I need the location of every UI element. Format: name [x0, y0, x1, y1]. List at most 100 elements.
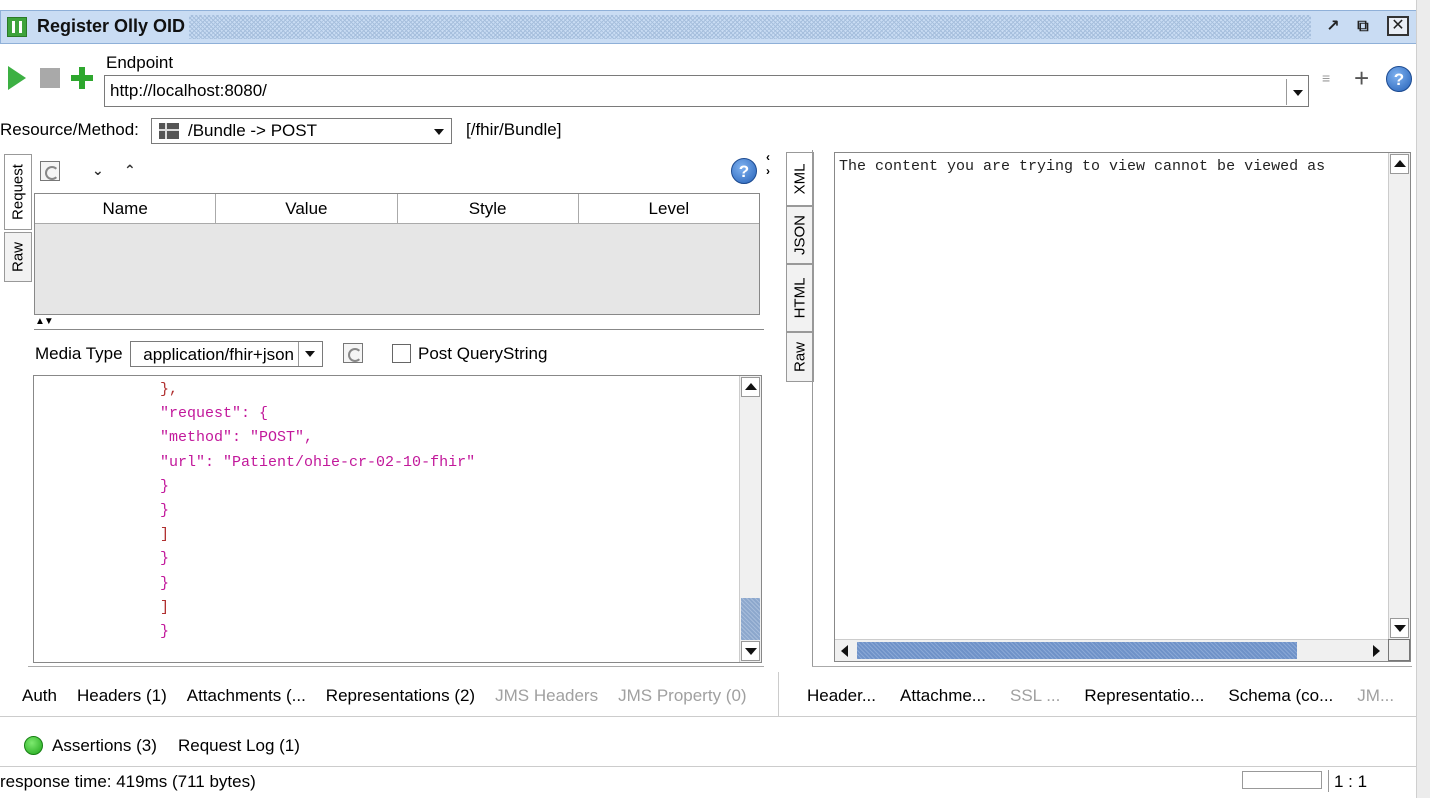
resource-method-label: Resource/Method:	[0, 120, 139, 139]
tab-ssl[interactable]: SSL ...	[1010, 686, 1060, 706]
scroll-right-icon[interactable]	[1373, 645, 1380, 657]
response-bottom-tabs: Header... Attachme... SSL ... Representa…	[807, 686, 1394, 706]
response-viewer[interactable]: The content you are trying to view canno…	[834, 152, 1411, 662]
editor-scroll-thumb[interactable]	[741, 598, 760, 640]
titlebar-pattern	[189, 15, 1311, 39]
maximize-icon[interactable]: ⧉	[1351, 16, 1375, 38]
move-down-icon[interactable]: ⌄	[92, 162, 104, 179]
column-header-style[interactable]: Style	[398, 194, 579, 223]
format-icon[interactable]: ≡	[1322, 70, 1344, 88]
post-querystring-checkbox[interactable]	[392, 344, 411, 363]
splitter-divider[interactable]	[34, 329, 764, 330]
window-titlebar: Register Olly OID ↗ ⧉ ✕	[0, 10, 1420, 44]
resource-method-select[interactable]: /Bundle -> POST	[151, 118, 452, 144]
tab-response-headers[interactable]: Header...	[807, 686, 876, 706]
splitter-toggle-icon[interactable]: ▲▼	[35, 316, 54, 327]
chevron-down-icon	[1394, 625, 1406, 632]
tab-request-log[interactable]: Request Log (1)	[178, 736, 300, 756]
tab-raw-response[interactable]: Raw	[786, 332, 814, 382]
editor-vertical-scrollbar[interactable]	[739, 376, 761, 662]
chevron-up-icon	[1394, 160, 1406, 167]
code-line: }	[34, 501, 170, 519]
divider	[28, 666, 764, 667]
tab-response-attachments[interactable]: Attachme...	[900, 686, 986, 706]
tab-request-label: Request	[9, 164, 27, 220]
chevron-down-icon	[1293, 90, 1303, 96]
tab-raw-label: Raw	[791, 341, 809, 373]
cursor-position-readout: 1 : 1	[1334, 772, 1368, 791]
post-querystring-label: Post QueryString	[418, 344, 548, 363]
resource-path: [/fhir/Bundle]	[466, 120, 562, 139]
media-type-select[interactable]: application/fhir+json	[130, 341, 323, 367]
tab-response-representations[interactable]: Representatio...	[1084, 686, 1204, 706]
code-line: "url": "Patient/ohie-cr-02-10-fhir"	[34, 453, 476, 471]
help-icon[interactable]: ?	[1386, 66, 1412, 92]
close-button[interactable]: ✕	[1387, 16, 1409, 36]
column-header-name[interactable]: Name	[35, 194, 217, 223]
code-line: "request": {	[34, 405, 269, 423]
endpoint-label: Endpoint	[106, 53, 174, 72]
tab-raw-request[interactable]: Raw	[4, 232, 32, 282]
tab-html-label: HTML	[791, 277, 809, 319]
add-endpoint-icon[interactable]	[70, 66, 94, 90]
media-type-dropdown-button[interactable]	[298, 342, 322, 366]
viewer-hscroll-thumb[interactable]	[857, 642, 1297, 659]
params-table[interactable]: Name Value Style Level	[34, 193, 760, 315]
request-body-editor[interactable]: }, "request": { "method": "POST", "url":…	[33, 375, 762, 663]
tab-attachments[interactable]: Attachments (...	[187, 686, 306, 706]
scroll-left-icon[interactable]	[841, 645, 848, 657]
tab-assertions[interactable]: Assertions (3)	[52, 736, 157, 756]
tab-jms[interactable]: JM...	[1357, 686, 1394, 706]
detach-icon[interactable]: ↗	[1321, 16, 1345, 38]
endpoint-dropdown-button[interactable]	[1286, 79, 1308, 105]
divider	[812, 666, 1412, 667]
chevron-up-icon	[745, 383, 757, 390]
tab-request[interactable]: Request	[4, 154, 32, 230]
scroll-down-button[interactable]	[1390, 618, 1409, 638]
tab-xml-label: XML	[791, 163, 809, 195]
divider	[778, 672, 779, 716]
request-bottom-tabs: Auth Headers (1) Attachments (... Repres…	[22, 686, 747, 706]
window-title: Register Olly OID	[37, 16, 186, 36]
panel-splitter-arrows[interactable]: ‹ ›	[766, 150, 778, 178]
assertion-status-icon	[24, 736, 43, 755]
tab-representations[interactable]: Representations (2)	[326, 686, 475, 706]
tab-html[interactable]: HTML	[786, 264, 814, 332]
divider	[0, 766, 1416, 767]
divider	[0, 716, 1416, 717]
refresh-params-icon[interactable]	[40, 161, 60, 181]
column-header-value[interactable]: Value	[216, 194, 398, 223]
scroll-down-button[interactable]	[741, 641, 760, 661]
response-time-status: response time: 419ms (711 bytes)	[0, 772, 256, 791]
scroll-up-button[interactable]	[741, 377, 760, 397]
endpoint-input[interactable]	[104, 75, 1309, 107]
plus-icon[interactable]: +	[1354, 63, 1369, 94]
chevron-down-icon	[305, 351, 315, 357]
tab-json[interactable]: JSON	[786, 206, 814, 264]
tab-headers[interactable]: Headers (1)	[77, 686, 167, 706]
tab-jms-headers[interactable]: JMS Headers	[495, 686, 598, 706]
status-field	[1242, 771, 1322, 789]
tab-auth[interactable]: Auth	[22, 686, 57, 706]
divider	[1328, 770, 1329, 792]
move-up-icon[interactable]: ⌃	[124, 162, 136, 179]
play-icon[interactable]	[8, 66, 26, 90]
viewer-vertical-scrollbar[interactable]	[1388, 153, 1410, 639]
recreate-default-icon[interactable]	[343, 343, 363, 363]
params-table-header: Name Value Style Level	[35, 194, 759, 224]
column-header-level[interactable]: Level	[579, 194, 759, 223]
help-icon[interactable]: ?	[731, 158, 757, 184]
zoom-corner-icon[interactable]	[1388, 639, 1410, 661]
stop-icon[interactable]	[40, 68, 60, 88]
chevron-down-icon	[434, 129, 444, 135]
code-line: },	[34, 381, 179, 398]
tab-schema[interactable]: Schema (co...	[1228, 686, 1333, 706]
scroll-up-button[interactable]	[1390, 154, 1409, 174]
media-type-label: Media Type	[35, 344, 123, 363]
tab-json-label: JSON	[791, 214, 809, 256]
code-line: "method": "POST",	[34, 429, 314, 447]
divider	[812, 150, 813, 666]
viewer-horizontal-scrollbar[interactable]	[835, 639, 1390, 661]
tab-jms-property[interactable]: JMS Property (0)	[618, 686, 746, 706]
tab-xml[interactable]: XML	[786, 152, 814, 206]
